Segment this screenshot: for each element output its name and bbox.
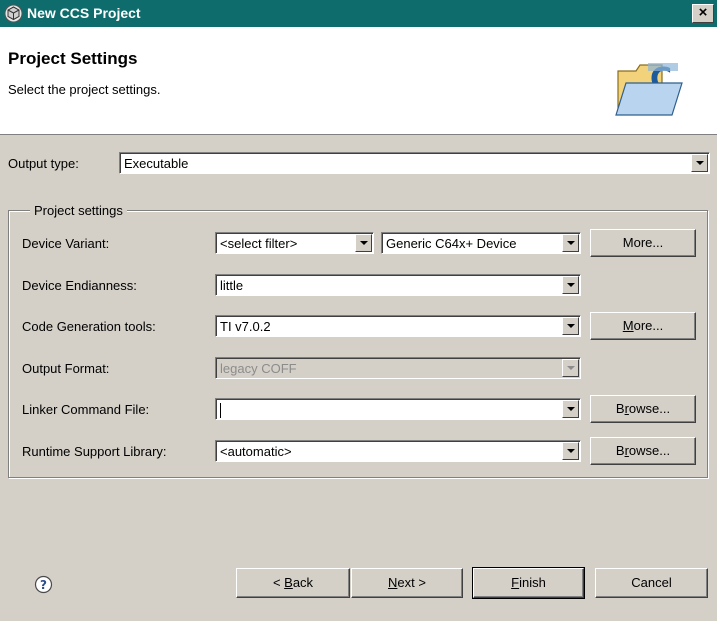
device-endianness-value: little [220, 278, 244, 293]
finish-mnemonic: F [511, 575, 520, 590]
chevron-down-icon[interactable] [355, 234, 372, 252]
next-mnemonic: N [388, 575, 398, 590]
code-generation-tools-label: Code Generation tools: [22, 319, 156, 334]
device-variant-select[interactable]: Generic C64x+ Device [381, 232, 581, 254]
text-caret [220, 403, 221, 419]
runtime-browse-button[interactable]: Browse... [590, 437, 696, 465]
device-endianness-select[interactable]: little [215, 274, 581, 296]
linker-command-file-value [220, 402, 221, 419]
project-settings-group-title: Project settings [30, 203, 127, 218]
device-more-button[interactable]: More... [590, 229, 696, 257]
svg-text:?: ? [40, 578, 47, 592]
page-description: Select the project settings. [8, 82, 161, 97]
wizard-header: Project Settings Select the project sett… [0, 27, 717, 135]
chevron-down-icon [562, 359, 579, 377]
next-button[interactable]: Next > [351, 568, 463, 598]
chevron-down-icon[interactable] [562, 276, 579, 294]
device-variant-label: Device Variant: [22, 236, 110, 251]
folder-c-icon: C [615, 62, 683, 116]
finish-button[interactable]: Finish [472, 567, 585, 599]
finish-label: inish [519, 575, 546, 590]
close-button[interactable]: × [692, 4, 714, 23]
code-gen-more-button[interactable]: More... [590, 312, 696, 340]
device-filter-value: <select filter> [220, 236, 298, 251]
code-gen-more-label: ore... [633, 318, 664, 333]
chevron-down-icon[interactable] [691, 154, 708, 172]
runtime-support-library-value: <automatic> [220, 444, 292, 459]
code-generation-tools-select[interactable]: TI v7.0.2 [215, 315, 581, 337]
help-icon[interactable]: ? [34, 575, 53, 594]
code-generation-tools-value: TI v7.0.2 [220, 319, 271, 334]
back-label: ack [292, 575, 314, 590]
output-format-select: legacy COFF [215, 357, 581, 379]
linker-browse-prefix: B [615, 401, 625, 416]
title-bar: New CCS Project × [0, 0, 717, 27]
back-prefix: < [272, 575, 285, 590]
runtime-support-library-select[interactable]: <automatic> [215, 440, 581, 462]
output-type-select[interactable]: Executable [119, 152, 710, 174]
cube-icon [4, 4, 23, 23]
window-title: New CCS Project [27, 5, 141, 21]
chevron-down-icon[interactable] [562, 442, 579, 460]
back-button[interactable]: < Back [236, 568, 350, 598]
code-gen-more-mnemonic: M [622, 318, 634, 333]
output-format-value: legacy COFF [220, 361, 297, 376]
page-title: Project Settings [8, 49, 138, 68]
runtime-browse-prefix: B [615, 443, 625, 458]
chevron-down-icon[interactable] [562, 400, 579, 418]
device-variant-value: Generic C64x+ Device [386, 236, 517, 251]
runtime-browse-label: owse... [628, 443, 671, 458]
linker-browse-button[interactable]: Browse... [590, 395, 696, 423]
next-label: ext > [397, 575, 426, 590]
chevron-down-icon[interactable] [562, 317, 579, 335]
linker-command-file-input[interactable] [215, 398, 581, 420]
cancel-button[interactable]: Cancel [595, 568, 708, 598]
linker-command-file-label: Linker Command File: [22, 402, 150, 417]
new-ccs-project-dialog: New CCS Project × Project Settings Selec… [0, 0, 717, 621]
output-type-label: Output type: [8, 156, 79, 171]
device-filter-select[interactable]: <select filter> [215, 232, 374, 254]
device-endianness-label: Device Endianness: [22, 278, 137, 293]
output-format-label: Output Format: [22, 361, 110, 376]
runtime-support-library-label: Runtime Support Library: [22, 444, 167, 459]
output-type-value: Executable [124, 156, 189, 171]
chevron-down-icon[interactable] [562, 234, 579, 252]
back-mnemonic: B [284, 575, 293, 590]
linker-browse-label: owse... [628, 401, 671, 416]
